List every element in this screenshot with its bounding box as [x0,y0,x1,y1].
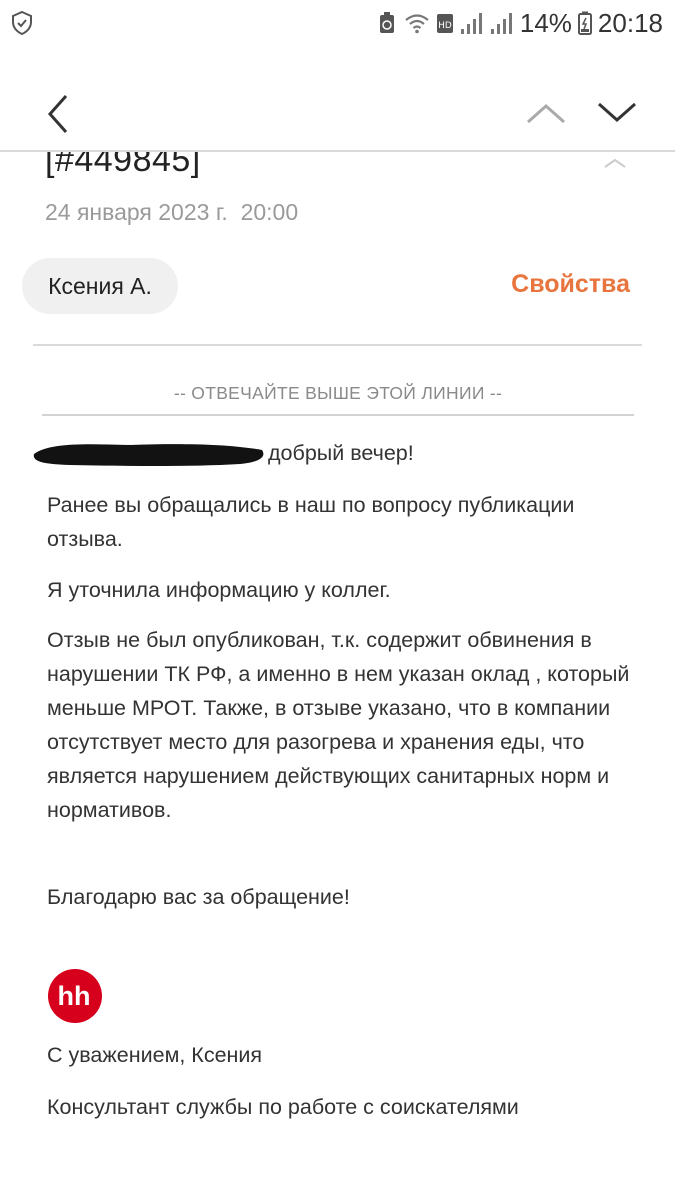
star-icon[interactable] [598,150,632,168]
header-divider [33,344,642,346]
hd-icon: HD [436,14,453,33]
signature-line-2: Консультант службы по работе с соискател… [47,1095,519,1119]
signal-icon [490,13,512,34]
back-arrow-icon[interactable] [38,90,82,138]
signal-icon [460,13,482,34]
status-icons: HD 14% 20:18 [376,6,663,40]
logo-text: hh [58,981,91,1011]
status-bar: HD 14% 20:18 [0,0,675,46]
wifi-icon [405,14,429,34]
sender-chip[interactable]: Ксения А. [22,258,178,314]
battery-percent: 14% [519,7,572,38]
hh-logo: hh [48,969,102,1023]
nav-divider [0,150,675,152]
properties-link[interactable]: Свойства [511,270,630,299]
email-nav-bar [0,70,675,152]
shield-check-icon [12,10,32,36]
redaction-scribble [33,444,264,467]
paragraph-1: Ранее вы обращались в наш по вопросу пуб… [47,493,575,551]
chevron-down-icon[interactable] [594,96,640,130]
clock: 20:18 [597,7,663,38]
greeting-text: добрый вечер! [268,441,414,465]
signature-line-1: С уважением, Ксения [47,1043,263,1067]
email-date: 24 января 2023 г. 20:00 [45,199,299,225]
chevron-up-icon[interactable] [522,96,570,130]
paragraph-3: Отзыв не был опубликован, т.к. содержит … [47,628,630,822]
battery-charging-icon [577,11,592,35]
paragraph-2: Я уточнила информацию у коллег. [47,578,391,602]
reply-line-text: -- ОТВЕЧАЙТЕ ВЫШЕ ЭТОЙ ЛИНИИ -- [173,383,503,403]
greeting-line: добрый вечер! [33,436,637,470]
paragraph-4: Благодарю вас за обращение! [47,885,350,909]
svg-text:HD: HD [438,21,452,31]
reply-line-divider [42,414,634,416]
recycle-icon [379,12,394,33]
